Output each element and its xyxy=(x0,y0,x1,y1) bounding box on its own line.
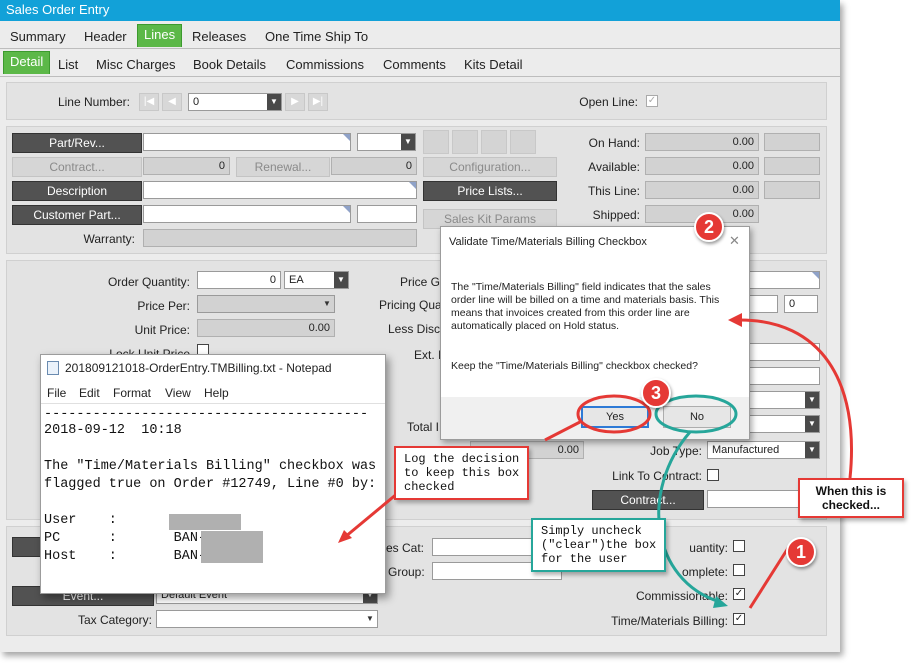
dialog-arrow-head xyxy=(728,313,742,327)
badge-2: 2 xyxy=(694,212,724,242)
badge-1: 1 xyxy=(786,537,816,567)
badge-3: 3 xyxy=(641,378,671,408)
uncheck-callout: Simply uncheck ("clear")the box for the … xyxy=(531,518,667,572)
checked-callout: When this is checked... xyxy=(798,478,904,518)
dialog-arrow-line xyxy=(739,318,853,479)
uncheck-arrow-line xyxy=(657,431,721,604)
log-decision-callout: Log the decision to keep this box checke… xyxy=(394,446,530,500)
yes-highlight-oval xyxy=(576,394,652,434)
annotation-layer xyxy=(338,313,853,609)
yes-arrow-line xyxy=(544,420,581,442)
uncheck-arrow-head xyxy=(713,596,728,608)
checked-arrow-line xyxy=(748,544,792,609)
